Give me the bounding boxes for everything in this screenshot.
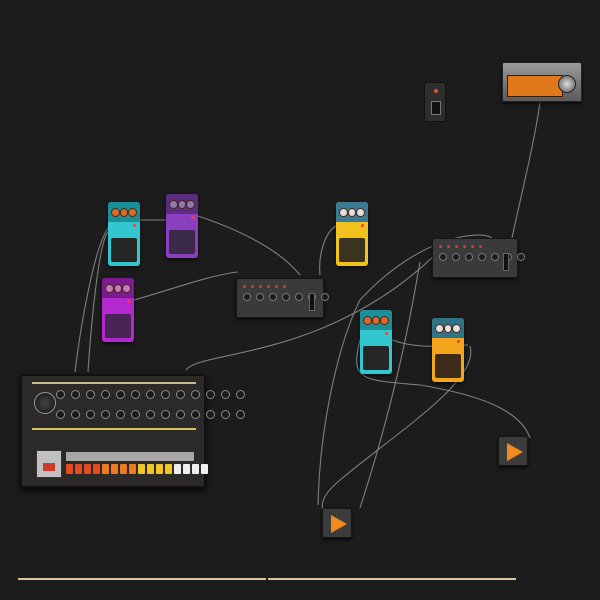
knob[interactable] bbox=[206, 410, 215, 419]
step-pad[interactable] bbox=[129, 464, 136, 474]
step-pad[interactable] bbox=[201, 464, 208, 474]
led-icon bbox=[191, 216, 194, 219]
knob[interactable] bbox=[71, 390, 80, 399]
knob-row bbox=[56, 410, 245, 419]
step-pad[interactable] bbox=[66, 464, 73, 474]
knob[interactable] bbox=[206, 390, 215, 399]
knob[interactable] bbox=[116, 390, 125, 399]
knob[interactable] bbox=[56, 410, 65, 419]
vu-meter-icon[interactable] bbox=[502, 62, 582, 102]
pedal-purple-1[interactable] bbox=[166, 194, 198, 258]
top-stripe bbox=[32, 382, 196, 384]
knob[interactable] bbox=[101, 410, 110, 419]
knob[interactable] bbox=[71, 410, 80, 419]
footswitch[interactable] bbox=[435, 354, 461, 378]
led-icon bbox=[457, 340, 460, 343]
output-1-play-icon[interactable] bbox=[322, 508, 352, 538]
knob[interactable] bbox=[236, 410, 245, 419]
led-icon bbox=[361, 224, 364, 227]
footswitch[interactable] bbox=[105, 314, 131, 338]
footswitch[interactable] bbox=[339, 238, 365, 262]
step-pad[interactable] bbox=[165, 464, 172, 474]
knob[interactable] bbox=[56, 390, 65, 399]
step-pad[interactable] bbox=[102, 464, 109, 474]
pedal-cyan-2[interactable] bbox=[360, 310, 392, 374]
timeline-segment[interactable] bbox=[268, 578, 516, 580]
pedal-cyan-1[interactable] bbox=[108, 202, 140, 266]
volume-dial[interactable] bbox=[558, 75, 576, 93]
knob[interactable] bbox=[191, 390, 200, 399]
footswitch[interactable] bbox=[169, 230, 195, 254]
pedal-yellow-1[interactable] bbox=[336, 202, 368, 266]
mixer-2[interactable] bbox=[432, 238, 525, 278]
label-stripe bbox=[32, 428, 196, 430]
mixer-1[interactable] bbox=[236, 278, 329, 318]
led-icon bbox=[385, 332, 388, 335]
knob[interactable] bbox=[86, 390, 95, 399]
timeline-segment[interactable] bbox=[18, 578, 266, 580]
switch-icon[interactable] bbox=[424, 82, 446, 122]
step-pad[interactable] bbox=[138, 464, 145, 474]
knob[interactable] bbox=[161, 390, 170, 399]
step-pad[interactable] bbox=[84, 464, 91, 474]
master-fader[interactable] bbox=[503, 253, 509, 271]
pedal-orange-1[interactable] bbox=[432, 318, 464, 382]
knob[interactable] bbox=[176, 390, 185, 399]
drum-machine[interactable] bbox=[20, 374, 245, 488]
step-pad[interactable] bbox=[183, 464, 190, 474]
knob[interactable] bbox=[131, 410, 140, 419]
knob[interactable] bbox=[236, 390, 245, 399]
pedal-magenta-1[interactable] bbox=[102, 278, 134, 342]
cable bbox=[197, 215, 301, 276]
step-pad[interactable] bbox=[93, 464, 100, 474]
knob[interactable] bbox=[116, 410, 125, 419]
master-fader[interactable] bbox=[309, 293, 315, 311]
knob[interactable] bbox=[146, 410, 155, 419]
toggle-button[interactable] bbox=[431, 101, 441, 115]
knob[interactable] bbox=[191, 410, 200, 419]
step-pad[interactable] bbox=[192, 464, 199, 474]
tempo-dial[interactable] bbox=[34, 392, 56, 414]
knob[interactable] bbox=[221, 410, 230, 419]
footswitch[interactable] bbox=[363, 346, 389, 370]
knob[interactable] bbox=[146, 390, 155, 399]
step-pad[interactable] bbox=[156, 464, 163, 474]
knob[interactable] bbox=[131, 390, 140, 399]
step-pad[interactable] bbox=[174, 464, 181, 474]
knob[interactable] bbox=[221, 390, 230, 399]
cable bbox=[359, 261, 421, 509]
knob[interactable] bbox=[101, 390, 110, 399]
step-pad[interactable] bbox=[111, 464, 118, 474]
step-labels-bar bbox=[66, 452, 194, 461]
cable bbox=[511, 101, 541, 239]
footswitch[interactable] bbox=[111, 238, 137, 262]
drum-display bbox=[36, 450, 62, 478]
knob[interactable] bbox=[161, 410, 170, 419]
cable bbox=[319, 225, 337, 276]
step-pad[interactable] bbox=[147, 464, 154, 474]
step-pad[interactable] bbox=[120, 464, 127, 474]
output-2-play-icon[interactable] bbox=[498, 436, 528, 466]
knob-row bbox=[56, 390, 245, 399]
led-icon bbox=[127, 300, 130, 303]
meter-display bbox=[507, 75, 563, 97]
cable bbox=[133, 271, 239, 301]
step-pad[interactable] bbox=[75, 464, 82, 474]
step-pads bbox=[66, 464, 208, 474]
led-icon bbox=[133, 224, 136, 227]
knob[interactable] bbox=[86, 410, 95, 419]
node-canvas[interactable] bbox=[0, 0, 600, 600]
knob[interactable] bbox=[176, 410, 185, 419]
